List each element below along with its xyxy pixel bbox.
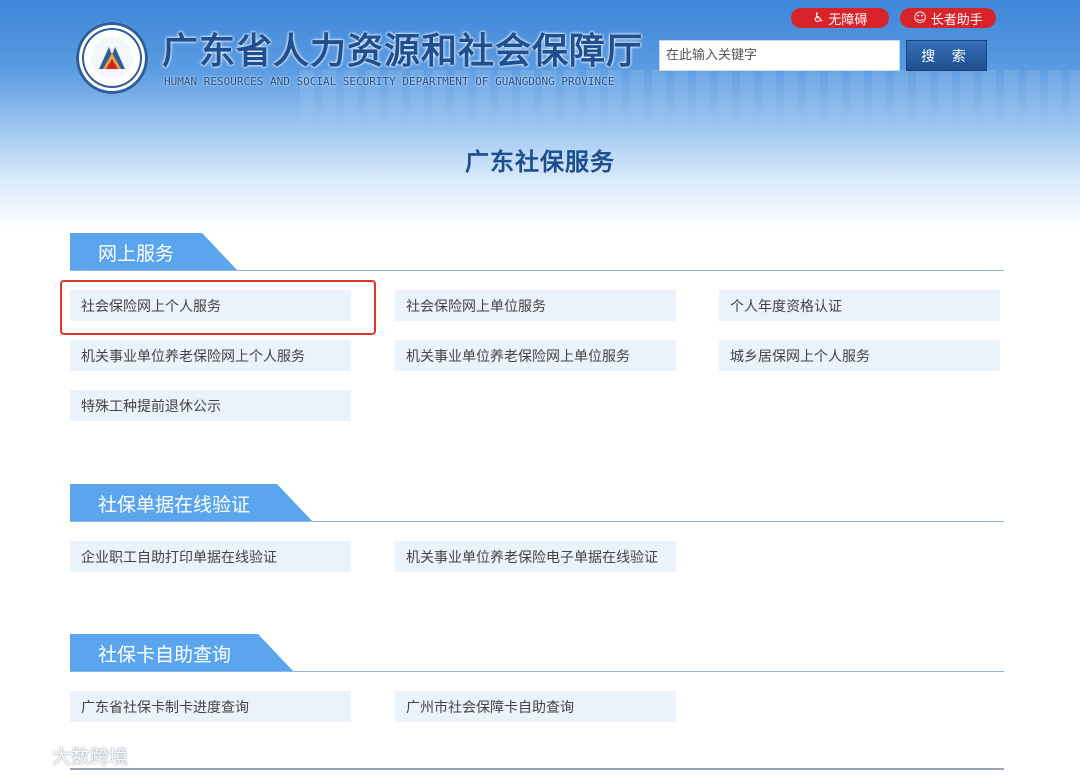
search-input[interactable]: [659, 40, 900, 71]
service-link-enterprise-document-verification[interactable]: 企业职工自助打印单据在线验证: [70, 541, 351, 572]
service-link-social-insurance-employer[interactable]: 社会保险网上单位服务: [395, 290, 676, 321]
section-online-services: 网上服务: [70, 233, 1004, 271]
service-link-social-insurance-personal[interactable]: 社会保险网上个人服务: [70, 290, 351, 321]
search-button[interactable]: 搜 索: [906, 40, 987, 71]
emblem-icon: [91, 37, 133, 79]
elderly-icon: ☺: [913, 10, 927, 26]
page-title: 广东社保服务: [465, 148, 615, 176]
elderly-assistant-button[interactable]: ☺ 长者助手: [900, 8, 996, 28]
section-title: 网上服务: [70, 233, 238, 271]
section-header: 网上服务: [70, 233, 1004, 271]
department-logo[interactable]: [76, 22, 148, 94]
section-divider: [70, 671, 1004, 672]
site-subtitle: HUMAN RESOURCES AND SOCIAL SECURITY DEPA…: [164, 75, 615, 88]
watermark-logo-icon: [9, 745, 46, 766]
service-link-card-progress-query[interactable]: 广东省社保卡制卡进度查询: [70, 691, 351, 722]
service-link-institution-pension-personal[interactable]: 机关事业单位养老保险网上个人服务: [70, 340, 351, 371]
section-card-query: 社保卡自助查询: [70, 634, 1004, 672]
service-link-annual-qualification[interactable]: 个人年度资格认证: [719, 290, 1000, 321]
wheelchair-icon: ♿: [812, 10, 825, 26]
section-title: 社保卡自助查询: [70, 634, 294, 672]
section-document-verification: 社保单据在线验证: [70, 484, 1004, 522]
section-header: 社保卡自助查询: [70, 634, 1004, 672]
bottom-divider: [70, 768, 1004, 770]
accessibility-button[interactable]: ♿ 无障碍: [791, 8, 889, 28]
service-link-institution-pension-employer[interactable]: 机关事业单位养老保险网上单位服务: [395, 340, 676, 371]
accessibility-label: 无障碍: [828, 12, 868, 28]
section-header: 社保单据在线验证: [70, 484, 1004, 522]
section-divider: [70, 270, 1004, 271]
section-divider: [70, 521, 1004, 522]
service-link-urban-rural-personal[interactable]: 城乡居保网上个人服务: [719, 340, 1000, 371]
site-title: 广东省人力资源和社会保障厅: [162, 30, 644, 72]
service-link-special-work-retirement[interactable]: 特殊工种提前退休公示: [70, 390, 351, 421]
service-link-institution-document-verification[interactable]: 机关事业单位养老保险电子单据在线验证: [395, 541, 676, 572]
section-title: 社保单据在线验证: [70, 484, 313, 522]
watermark-text: 大数跨境: [52, 746, 129, 768]
elderly-label: 长者助手: [930, 12, 983, 28]
watermark: 大数跨境: [8, 742, 128, 769]
service-link-guangzhou-card-query[interactable]: 广州市社会保障卡自助查询: [395, 691, 676, 722]
